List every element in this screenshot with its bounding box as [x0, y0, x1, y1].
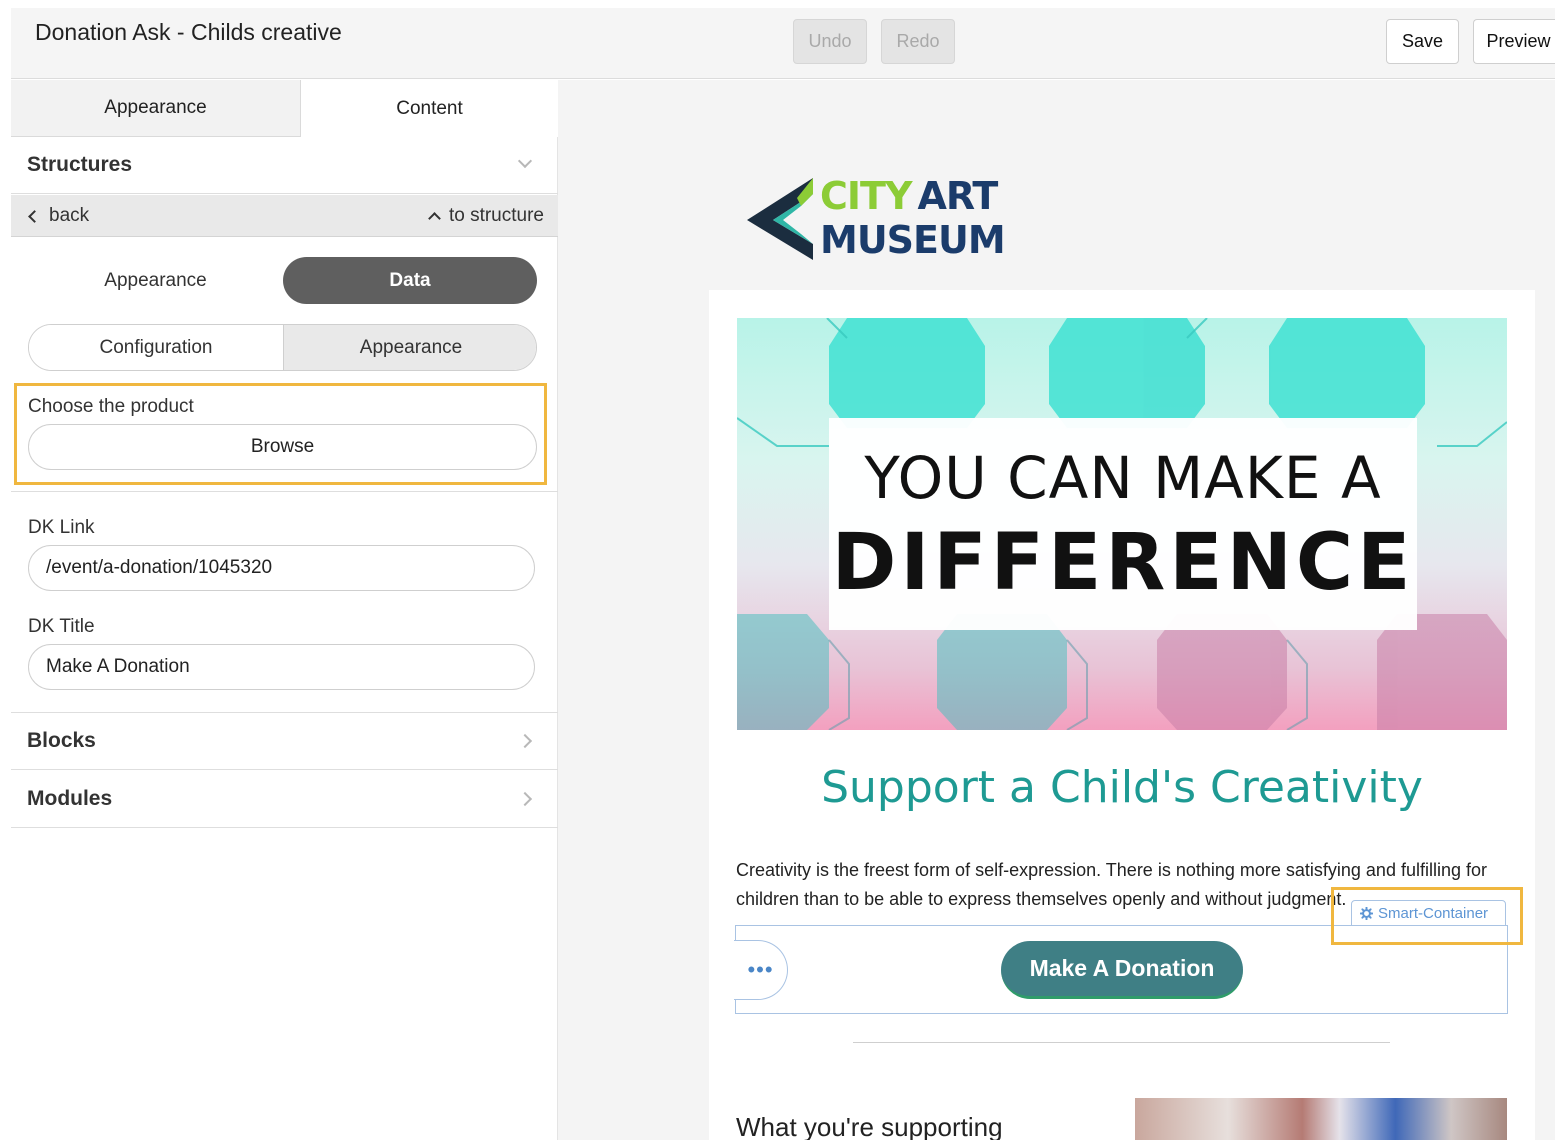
- more-options-button[interactable]: •••: [734, 940, 788, 1000]
- divider: [853, 1042, 1390, 1043]
- blocks-label: Blocks: [27, 729, 96, 752]
- logo-wordmark: CITY ART MUSEUM: [820, 177, 1006, 262]
- city-art-museum-logo: CITY ART MUSEUM: [741, 172, 1011, 264]
- email-body: YOU CAN MAKE A DIFFERENCE Support a Chil…: [709, 290, 1535, 1140]
- hero-headline-card: YOU CAN MAKE A DIFFERENCE: [829, 418, 1417, 630]
- dk-link-input[interactable]: /event/a-donation/1045320: [28, 545, 535, 591]
- chevron-right-icon: [517, 733, 533, 749]
- segment-data[interactable]: Data: [283, 257, 537, 304]
- dk-link-label: DK Link: [28, 517, 95, 538]
- logo-mark-icon: [747, 178, 813, 260]
- logo-art: ART: [917, 174, 998, 218]
- children-painting-image[interactable]: [1135, 1098, 1507, 1140]
- choose-product-label: Choose the product: [28, 396, 194, 417]
- preview-button[interactable]: Preview: [1473, 19, 1555, 64]
- editor-sidebar: Appearance Content Structures back to st…: [11, 80, 558, 1140]
- segment-appearance-sub[interactable]: Appearance: [283, 325, 536, 370]
- hero-line-2: DIFFERENCE: [831, 518, 1415, 608]
- chevron-left-icon: [28, 209, 41, 223]
- tab-content[interactable]: Content: [301, 80, 558, 137]
- supporting-heading[interactable]: What you're supporting: [736, 1112, 1003, 1140]
- undo-button[interactable]: Undo: [793, 19, 867, 64]
- structures-section-header[interactable]: Structures: [11, 137, 558, 194]
- redo-button[interactable]: Redo: [881, 19, 955, 64]
- structure-nav-bar: back to structure: [11, 195, 558, 237]
- tab-appearance[interactable]: Appearance: [11, 80, 301, 137]
- email-canvas: CITY ART MUSEUM YOU CAN MAKE A DIFFERENC…: [558, 80, 1555, 1140]
- email-headline[interactable]: Support a Child's Creativity: [709, 762, 1535, 813]
- smart-container-highlight-box: [1331, 887, 1523, 945]
- modules-section-header[interactable]: Modules: [11, 771, 558, 828]
- to-structure-label: to structure: [448, 205, 544, 226]
- chevron-up-icon: [428, 211, 441, 225]
- sidebar-tabs: Appearance Content: [11, 80, 558, 137]
- chevron-down-icon: [517, 153, 533, 169]
- divider: [11, 491, 558, 492]
- browse-button[interactable]: Browse: [28, 424, 537, 470]
- dk-title-input[interactable]: Make A Donation: [28, 644, 535, 690]
- modules-label: Modules: [27, 787, 113, 810]
- top-toolbar: Donation Ask - Childs creative Undo Redo…: [11, 8, 1555, 79]
- segment-configuration[interactable]: Configuration: [29, 325, 283, 370]
- make-donation-button[interactable]: Make A Donation: [1001, 941, 1243, 999]
- document-title: Donation Ask - Childs creative: [35, 19, 342, 45]
- chevron-right-icon: [517, 791, 533, 807]
- configuration-appearance-toggle: Configuration Appearance: [28, 324, 537, 371]
- to-structure-link[interactable]: to structure: [428, 205, 544, 227]
- structures-label: Structures: [27, 153, 133, 176]
- appearance-data-toggle: Appearance Data: [28, 257, 537, 304]
- hero-line-1: YOU CAN MAKE A: [864, 444, 1382, 512]
- blocks-section-header[interactable]: Blocks: [11, 713, 558, 770]
- save-button[interactable]: Save: [1386, 19, 1459, 64]
- segment-appearance[interactable]: Appearance: [28, 257, 283, 304]
- back-link[interactable]: back: [27, 205, 89, 227]
- back-label: back: [49, 205, 90, 226]
- logo-museum: MUSEUM: [820, 218, 1006, 262]
- dk-title-label: DK Title: [28, 616, 95, 637]
- logo-city: CITY: [820, 174, 912, 218]
- hero-banner[interactable]: YOU CAN MAKE A DIFFERENCE: [737, 318, 1507, 730]
